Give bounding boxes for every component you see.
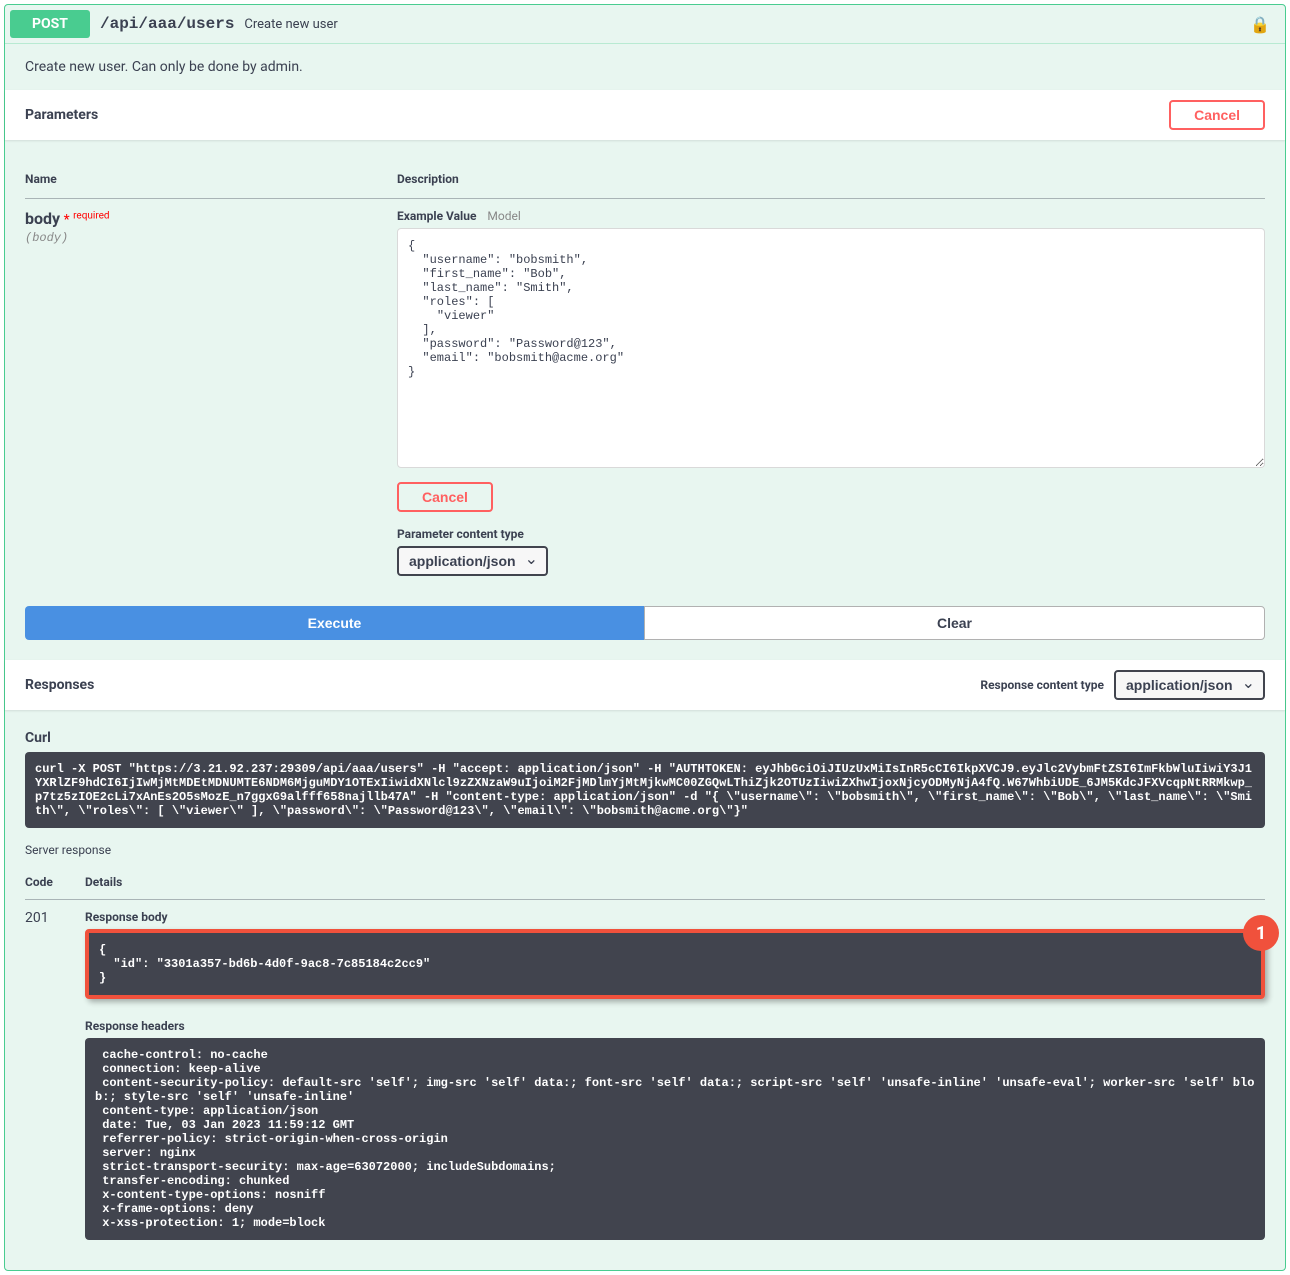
parameters-table: Name Description body * required (body): [25, 160, 1265, 586]
param-name: body: [25, 209, 60, 228]
param-cancel-button[interactable]: Cancel: [397, 482, 493, 512]
lock-icon[interactable]: 🔒: [1250, 15, 1270, 34]
parameter-row: body * required (body) Example Value Mod…: [25, 199, 1265, 587]
param-content-type-select[interactable]: application/json: [397, 546, 548, 576]
endpoint-summary: Create new user: [244, 17, 1250, 32]
required-star: *: [64, 212, 70, 228]
response-body-label: Response body: [85, 910, 1265, 924]
curl-title: Curl: [25, 730, 1265, 746]
response-row: 201 Response body 1 { "id": "3301a357-bd…: [25, 900, 1265, 1251]
execute-row: Execute Clear: [5, 606, 1285, 660]
operation-body: Create new user. Can only be done by adm…: [5, 43, 1285, 1270]
responses-section: Curl curl -X POST "https://3.21.92.237:2…: [5, 710, 1285, 1270]
col-name: Name: [25, 160, 397, 199]
operation-description: Create new user. Can only be done by adm…: [5, 44, 1285, 90]
body-textarea[interactable]: [397, 228, 1265, 468]
response-content-type-label: Response content type: [980, 678, 1104, 692]
response-code: 201: [25, 900, 85, 1251]
response-body: { "id": "3301a357-bd6b-4d0f-9ac8-7c85184…: [89, 933, 1261, 995]
operation-summary[interactable]: POST /api/aaa/users Create new user 🔒: [5, 5, 1285, 43]
col-code: Code: [25, 865, 85, 900]
responses-title: Responses: [25, 677, 94, 693]
response-content-type-select[interactable]: application/json: [1114, 670, 1265, 700]
response-table: Code Details 201 Response body 1 { "id":…: [25, 865, 1265, 1250]
http-method-badge: POST: [10, 10, 90, 38]
parameters-section: Name Description body * required (body): [5, 140, 1285, 606]
param-in: (body): [25, 231, 397, 245]
execute-button[interactable]: Execute: [25, 606, 644, 640]
responses-header: Responses Response content type applicat…: [5, 660, 1285, 710]
response-headers: cache-control: no-cache connection: keep…: [85, 1038, 1265, 1240]
clear-button[interactable]: Clear: [644, 606, 1265, 640]
tab-model[interactable]: Model: [487, 209, 520, 223]
col-description: Description: [397, 160, 1265, 199]
param-content-type-label: Parameter content type: [397, 527, 1265, 541]
server-response-title: Server response: [25, 843, 1265, 857]
col-details: Details: [85, 865, 1265, 900]
try-it-cancel-button[interactable]: Cancel: [1169, 100, 1265, 130]
curl-command: curl -X POST "https://3.21.92.237:29309/…: [25, 752, 1265, 828]
example-tabs: Example Value Model: [397, 209, 1265, 223]
callout-badge: 1: [1243, 915, 1279, 951]
parameters-header: Parameters Cancel: [5, 90, 1285, 140]
response-headers-label: Response headers: [85, 1019, 1265, 1033]
endpoint-path: /api/aaa/users: [100, 15, 234, 33]
parameters-title: Parameters: [25, 107, 98, 123]
highlight-annotation: 1 { "id": "3301a357-bd6b-4d0f-9ac8-7c851…: [85, 929, 1265, 999]
required-label: required: [73, 210, 109, 221]
operation-block: POST /api/aaa/users Create new user 🔒 Cr…: [4, 4, 1286, 1271]
tab-example-value[interactable]: Example Value: [397, 209, 476, 223]
